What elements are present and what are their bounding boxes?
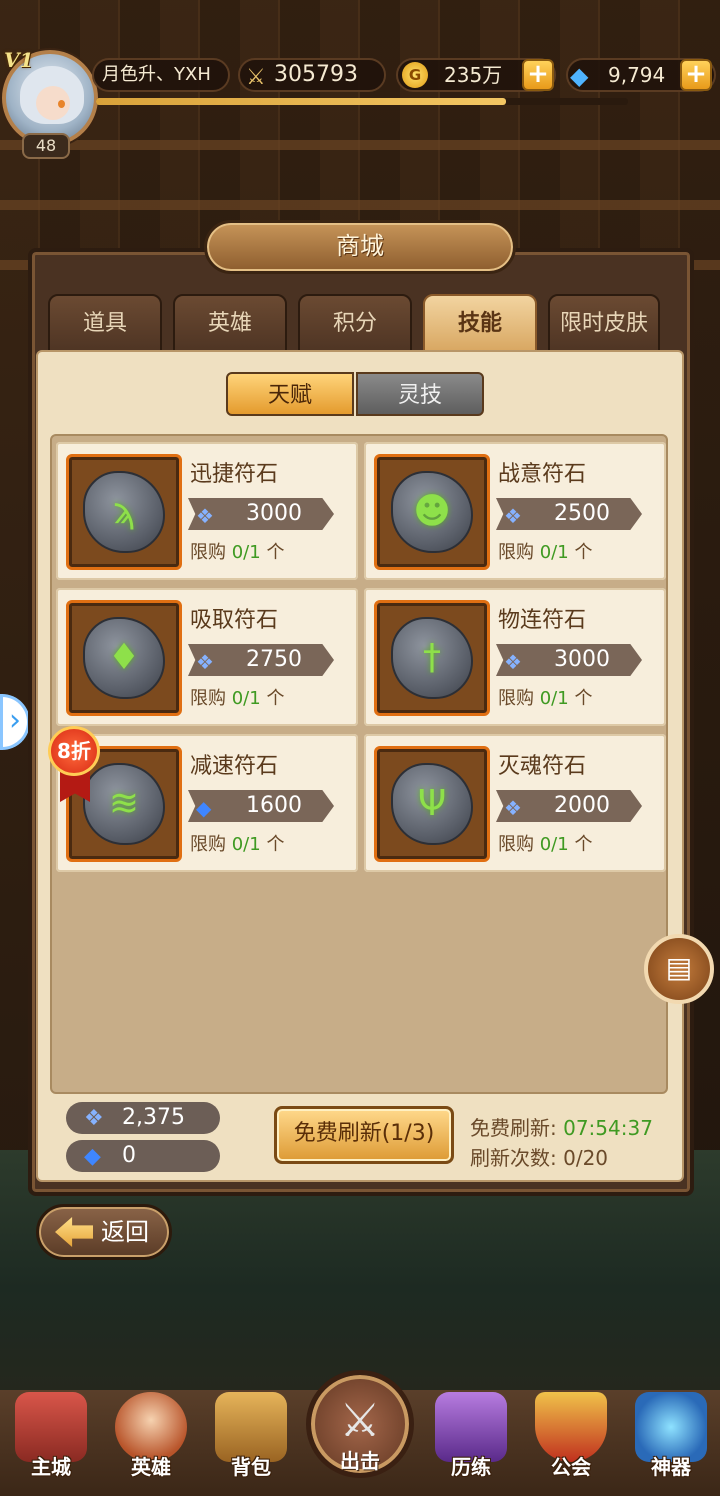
nav-attack[interactable]: ⚔ 出击 (306, 1370, 414, 1478)
nav-artifact[interactable]: 神器 (626, 1392, 716, 1492)
purchase-limit: 限购 0/1 个 (498, 834, 593, 855)
blue-gem-icon: ◆ (570, 62, 589, 90)
shop-item-card[interactable]: Ψ 灭魂符石 ❖ 2000 限购 0/1 个 (364, 734, 666, 872)
crystal-icon: ❖ (504, 650, 522, 674)
crystal-icon: ❖ (196, 650, 214, 674)
item-icon-frame: ϡ (66, 454, 182, 570)
item-name: 减速符石 (190, 754, 279, 779)
crystal-icon: ❖ (504, 504, 522, 528)
sword-rune-icon: † (423, 637, 441, 678)
nav-guild[interactable]: 公会 (526, 1392, 616, 1492)
purchase-limit: 限购 0/1 个 (498, 688, 593, 709)
item-icon-frame: ♦ (66, 600, 182, 716)
item-name: 灭魂符石 (498, 754, 587, 779)
shop-item-card[interactable]: ≋ 减速符石 ◆ 1600 限购 0/1 个 (56, 734, 358, 872)
xp-bar (96, 98, 628, 105)
item-price: ❖ 3000 (188, 498, 334, 530)
shop-item-card[interactable]: ϡ 迅捷符石 ❖ 3000 限购 0/1 个 (56, 442, 358, 580)
purchase-limit: 限购 0/1 个 (190, 542, 285, 563)
tab-limited-skins[interactable]: 限时皮肤 (548, 294, 660, 352)
crossed-swords-icon: ⚔ (246, 65, 266, 90)
player-level: 48 (22, 133, 70, 159)
tab-skills[interactable]: 技能 (423, 294, 537, 352)
purchase-limit: 限购 0/1 个 (498, 542, 593, 563)
refresh-count: 刷新次数: 0/20 (470, 1146, 609, 1170)
shop-item-card[interactable]: ♦ 吸取符石 ❖ 2750 限购 0/1 个 (56, 588, 358, 726)
nav-backpack[interactable]: 背包 (206, 1392, 296, 1492)
vip-level: V1 (4, 48, 34, 72)
chat-bubble-icon: ▤ (665, 951, 693, 984)
chat-button[interactable]: ▤ (644, 934, 714, 1004)
nav-main-city[interactable]: 主城 (6, 1392, 96, 1492)
top-bar: V1 48 月色升、YXH ⚔ 305793 G 235万 + ◆ 9,794 … (0, 0, 720, 159)
shop-item-card[interactable]: † 物连符石 ❖ 3000 限购 0/1 个 (364, 588, 666, 726)
nav-training[interactable]: 历练 (426, 1392, 516, 1492)
free-refresh-button[interactable]: 免费刷新(1/3) (274, 1106, 454, 1164)
nav-heroes[interactable]: 英雄 (106, 1392, 196, 1492)
item-price: ❖ 2500 (496, 498, 642, 530)
item-name: 迅捷符石 (190, 462, 279, 487)
item-icon-frame: † (374, 600, 490, 716)
tab-heroes[interactable]: 英雄 (173, 294, 287, 352)
slow-boot-rune-icon: ≋ (108, 783, 140, 824)
add-gem-button[interactable]: + (680, 59, 712, 91)
add-gold-button[interactable]: + (522, 59, 554, 91)
back-arrow-icon (55, 1217, 93, 1247)
boot-rune-icon: ϡ (112, 491, 136, 532)
player-name: 月色升、YXH (92, 58, 230, 92)
subtab-talent[interactable]: 天赋 (226, 372, 354, 416)
combat-power-value: 305793 (274, 62, 358, 87)
purchase-limit: 限购 0/1 个 (190, 688, 285, 709)
drops-rune-icon: ♦ (107, 637, 141, 678)
purchase-limit: 限购 0/1 个 (190, 834, 285, 855)
crystal-icon: ❖ (84, 1106, 104, 1131)
gem-value: 9,794 (608, 63, 666, 87)
demon-rune-icon: ☻ (413, 491, 451, 532)
item-name: 物连符石 (498, 608, 587, 633)
crystal-icon: ❖ (196, 504, 214, 528)
tab-items[interactable]: 道具 (48, 294, 162, 352)
item-price: ◆ 1600 (188, 790, 334, 822)
free-refresh-timer: 免费刷新: 07:54:37 (470, 1116, 653, 1140)
item-price: ❖ 3000 (496, 644, 642, 676)
discount-badge: 8折 (48, 726, 100, 776)
crystal-balance: ❖ 2,375 (66, 1102, 220, 1134)
tab-points[interactable]: 积分 (298, 294, 412, 352)
blue-gem-icon: ◆ (196, 796, 212, 820)
item-price: ❖ 2000 (496, 790, 642, 822)
item-icon-frame: Ψ (374, 746, 490, 862)
gold-value: 235万 (444, 63, 503, 87)
crystal-icon: ❖ (504, 796, 522, 820)
trident-skull-rune-icon: Ψ (417, 783, 447, 824)
subtab-spirit-skill[interactable]: 灵技 (356, 372, 484, 416)
crossed-swords-icon: ⚔ (339, 1393, 381, 1447)
item-price: ❖ 2750 (188, 644, 334, 676)
item-icon-frame: ☻ (374, 454, 490, 570)
shop-item-card[interactable]: ☻ 战意符石 ❖ 2500 限购 0/1 个 (364, 442, 666, 580)
blue-stone-icon: ◆ (84, 1144, 101, 1169)
shop-title: 商城 (204, 220, 516, 274)
item-name: 战意符石 (498, 462, 587, 487)
gold-coin-icon: G (402, 62, 428, 88)
blue-stone-balance: ◆ 0 (66, 1140, 220, 1172)
combat-power: ⚔ 305793 (238, 58, 386, 92)
back-button[interactable]: 返回 (36, 1204, 172, 1260)
item-name: 吸取符石 (190, 608, 279, 633)
